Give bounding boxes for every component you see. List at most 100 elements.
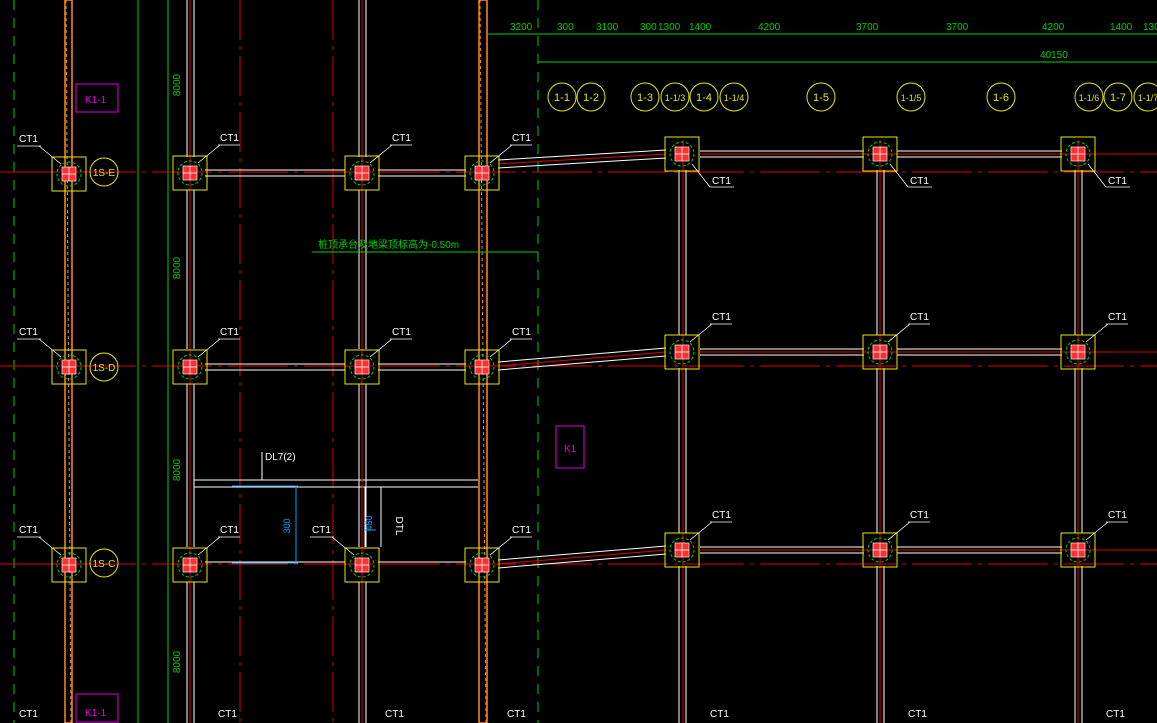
dim-text: 1300 <box>658 22 681 33</box>
pile-label: CT1 <box>910 312 929 323</box>
pile-cap[interactable]: CT1 <box>862 510 930 568</box>
dim-300-text: 300 <box>282 518 292 533</box>
elevation-note: 桩顶承台及地梁顶标高为-0.50m <box>312 238 538 253</box>
pile-cap[interactable]: CT1 <box>464 133 532 191</box>
beam-label: DL7(2) <box>265 452 296 463</box>
dim-text: 4200 <box>758 22 781 33</box>
axis-bubble-label: 1-2 <box>583 92 599 104</box>
pile-cap[interactable]: CT1 <box>19 709 38 720</box>
vertical-dim-text: 8000 <box>172 650 183 673</box>
pile-cap[interactable]: CT1 <box>507 709 526 720</box>
pile-cap[interactable]: CT1 <box>17 327 87 385</box>
row-bubble-label: 1S-C <box>93 559 116 570</box>
pile-cap[interactable]: CT1 <box>17 134 87 192</box>
pile-label: CT1 <box>910 176 929 187</box>
pile-label: CT1 <box>1108 312 1127 323</box>
axis-bubble-label: 1-1/7 <box>1138 93 1157 103</box>
pile-label: CT1 <box>910 510 929 521</box>
pile-label: CT1 <box>220 133 239 144</box>
pile-cap[interactable]: CT1 <box>172 525 240 583</box>
pile-cap[interactable]: CT1 <box>908 709 927 720</box>
retaining-wall <box>64 0 488 723</box>
cad-drawing-canvas[interactable]: 3200 300 3100 300 1300 1400 4200 3700 37… <box>0 0 1157 723</box>
dim-450-text: 450 <box>364 515 374 530</box>
row-bubble-label: 1S-D <box>93 363 116 374</box>
elevation-note-text: 桩顶承台及地梁顶标高为-0.50m <box>318 238 459 251</box>
axis-bubble-label: 1-6 <box>993 92 1009 104</box>
pile-cap[interactable]: CT1 <box>710 709 729 720</box>
pile-label: CT1 <box>220 327 239 338</box>
pile-label: CT1 <box>712 312 731 323</box>
pile-label: CT1 <box>220 525 239 536</box>
vertical-dimensions: 8000 8000 8000 8000 <box>172 73 183 673</box>
axis-bubble-label: 1-1/5 <box>901 93 922 103</box>
axis-bubble-label: 1-4 <box>696 92 712 104</box>
dim-text: 3700 <box>856 22 879 33</box>
pile-label: CT1 <box>1108 176 1127 187</box>
pile-label: CT1 <box>218 709 237 720</box>
pile-label: CT1 <box>1106 709 1125 720</box>
dim-text: 3100 <box>596 22 619 33</box>
dim-text: 3700 <box>946 22 969 33</box>
pile-cap[interactable]: CT1 <box>664 136 734 188</box>
dim-text: 300 <box>557 22 574 33</box>
pile-cap[interactable]: CT1 <box>172 327 240 385</box>
pile-label: CT1 <box>512 525 531 536</box>
dim-text: 300 <box>640 22 657 33</box>
beams <box>186 0 1083 723</box>
vertical-dim-text: 8000 <box>172 73 183 96</box>
pile-cap[interactable]: CT1 <box>1060 312 1128 370</box>
pile-cap[interactable]: CT1 <box>862 136 932 188</box>
dim-total-text: 40150 <box>1040 50 1068 61</box>
pile-cap[interactable]: CT1 <box>344 133 412 191</box>
pile-cap[interactable]: CT1 <box>344 327 412 385</box>
top-dimension-chain: 3200 300 3100 300 1300 1400 4200 3700 37… <box>487 22 1157 63</box>
pile-label: CT1 <box>312 525 331 536</box>
axis-bubbles: 1-1 1-2 1-3 1-1/3 1-4 1-1/4 1-5 1-1/5 1-… <box>547 82 1157 112</box>
pile-label: CT1 <box>19 327 38 338</box>
beam-centerlines <box>189 0 1157 723</box>
axis-bubble-label: 1-1/3 <box>665 93 686 103</box>
axis-bubble-label: 1-1 <box>554 92 570 104</box>
pile-cap[interactable]: CT1 <box>1060 510 1128 568</box>
axis-bubble-label: 1-3 <box>637 92 653 104</box>
pile-label: CT1 <box>507 709 526 720</box>
section-marks: K1-1 K1 K1-1 <box>75 83 585 723</box>
dim-text: 1400 <box>689 22 712 33</box>
pile-label: CT1 <box>710 709 729 720</box>
pile-cap[interactable]: CT1 <box>385 709 404 720</box>
pile-cap[interactable]: CT1 <box>218 709 237 720</box>
dim-text: 3200 <box>510 22 533 33</box>
vertical-dim-text: 8000 <box>172 256 183 279</box>
pile-cap[interactable]: CT1 <box>172 133 240 191</box>
row-bubble-label: 1S-E <box>93 168 116 179</box>
axis-bubble-label: 1-7 <box>1110 92 1126 104</box>
pile-cap[interactable]: CT1 <box>17 525 87 583</box>
vertical-dim-text: 8000 <box>172 458 183 481</box>
pile-label: CT1 <box>19 134 38 145</box>
beam-annotations: DL7(2) 300 450 DTL <box>232 452 404 564</box>
pile-label: CT1 <box>512 133 531 144</box>
pile-label: CT1 <box>385 709 404 720</box>
row-bubbles: 1S-E 1S-D 1S-C <box>89 157 119 578</box>
pile-cap[interactable]: CT1 <box>464 327 532 385</box>
grid-lines <box>0 0 1157 723</box>
axis-bubble-label: 1-1/4 <box>724 93 745 103</box>
axis-bubble-label: 1-1/6 <box>1079 93 1100 103</box>
pile-label: CT1 <box>712 176 731 187</box>
dim-text: 130 <box>1143 22 1157 33</box>
pile-label: CT1 <box>392 133 411 144</box>
pile-cap[interactable]: CT1 <box>664 510 732 568</box>
pile-cap[interactable]: CT1 <box>310 525 380 583</box>
pile-cap[interactable]: CT1 <box>1106 709 1125 720</box>
section-mark-label: K1-1 <box>85 95 107 106</box>
pile-cap[interactable]: CT1 <box>1060 136 1130 188</box>
dtl-label: DTL <box>393 517 404 536</box>
pile-label: CT1 <box>19 709 38 720</box>
pile-cap[interactable]: CT1 <box>464 525 532 583</box>
pile-cap[interactable]: CT1 <box>664 312 732 370</box>
pile-label: CT1 <box>712 510 731 521</box>
pile-cap[interactable]: CT1 <box>862 312 930 370</box>
section-mark-label: K1-1 <box>85 708 107 719</box>
pile-label: CT1 <box>19 525 38 536</box>
